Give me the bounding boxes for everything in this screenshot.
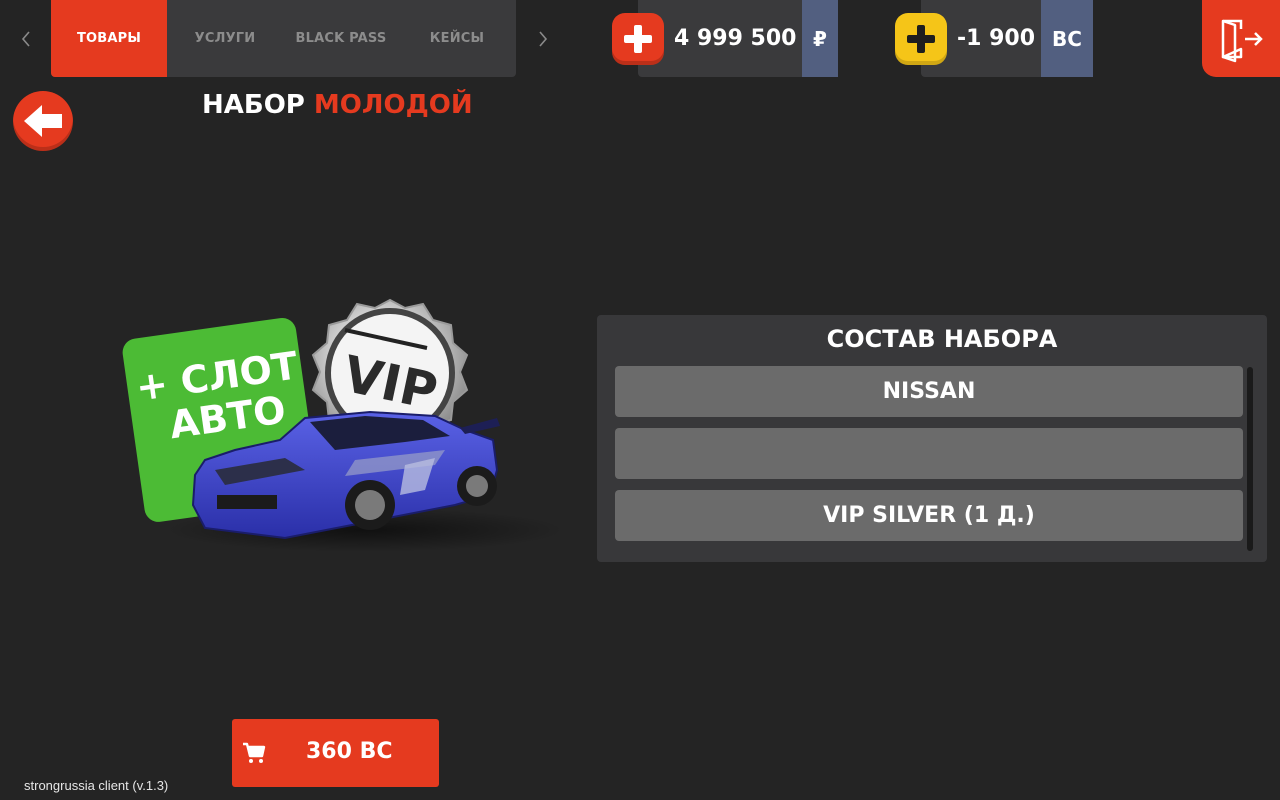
tabs-next-button[interactable] — [531, 22, 555, 56]
kit-contents-title: СОСТАВ НАБОРА — [826, 325, 1058, 353]
title-accent: МОЛОДОЙ — [313, 90, 473, 120]
add-rub-button[interactable] — [612, 13, 664, 65]
title-prefix: НАБОР — [202, 90, 305, 120]
shop-screen: ТОВАРЫ УСЛУГИ BLACK PASS КЕЙСЫ 4 999 500… — [0, 0, 1280, 800]
page-title: НАБОР МОЛОДОЙ — [202, 90, 473, 126]
bc-currency-label: BC — [1041, 0, 1093, 77]
back-button[interactable] — [13, 91, 73, 151]
kit-contents-panel: СОСТАВ НАБОРА NISSAN VIP SILVER (1 Д.) — [597, 315, 1267, 562]
product-image: VIP + СЛОТ АВТО — [122, 298, 565, 552]
kit-item: VIP SILVER (1 Д.) — [615, 490, 1243, 541]
kit-item: NISSAN — [615, 366, 1243, 417]
arrow-left-icon — [24, 105, 62, 137]
plus-icon — [907, 25, 935, 53]
tab-goods[interactable]: ТОВАРЫ — [51, 0, 167, 77]
exit-button[interactable] — [1202, 0, 1280, 77]
kit-contents-list: NISSAN VIP SILVER (1 Д.) — [615, 366, 1243, 552]
rub-balance-amount: 4 999 500 — [674, 26, 797, 51]
tab-black-pass[interactable]: BLACK PASS — [283, 0, 399, 77]
client-version: strongrussia client (v.1.3) — [24, 778, 169, 793]
cart-icon — [243, 742, 266, 763]
rub-balance: 4 999 500 ₽ — [638, 0, 838, 77]
add-bc-button[interactable] — [895, 13, 947, 65]
buy-button[interactable]: 360 BC — [232, 719, 439, 787]
kit-contents-scrollbar[interactable] — [1247, 367, 1253, 551]
tab-services[interactable]: УСЛУГИ — [167, 0, 283, 77]
bc-balance-amount: -1 900 — [957, 26, 1036, 51]
plus-icon — [624, 25, 652, 53]
buy-price: 360 BC — [306, 739, 393, 764]
tabs-prev-button[interactable] — [14, 22, 38, 56]
kit-item — [615, 428, 1243, 479]
chevron-right-icon — [539, 31, 548, 47]
rub-currency-label: ₽ — [802, 0, 838, 77]
chevron-left-icon — [21, 31, 30, 47]
category-tabs: ТОВАРЫ УСЛУГИ BLACK PASS КЕЙСЫ — [51, 0, 516, 77]
tab-cases[interactable]: КЕЙСЫ — [399, 0, 515, 77]
exit-door-icon — [1221, 19, 1263, 62]
